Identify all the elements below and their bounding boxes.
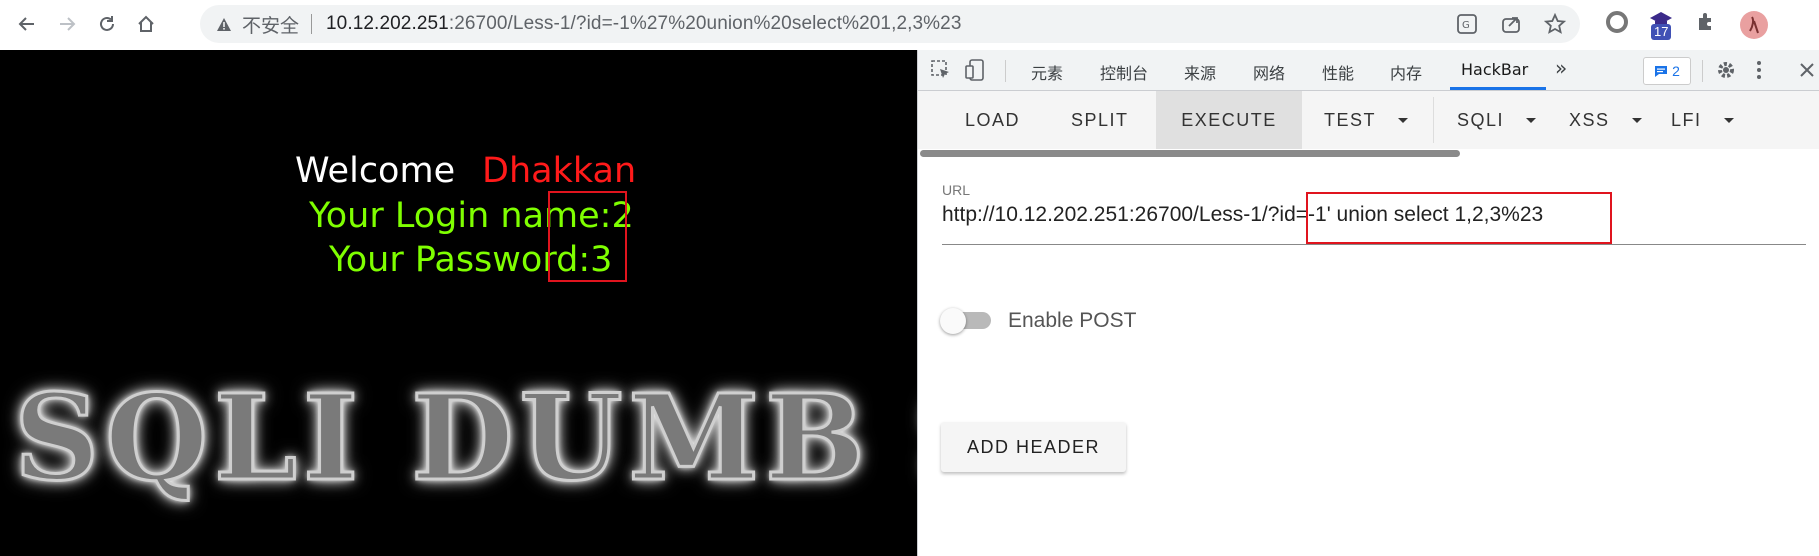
xss-dropdown[interactable]: XSS: [1569, 91, 1642, 149]
sqli-label: SQLI: [1457, 109, 1505, 130]
tab-console[interactable]: 控制台: [1100, 60, 1148, 84]
share-icon[interactable]: [1500, 13, 1522, 35]
welcome-text: Welcome: [295, 151, 456, 191]
xss-label: XSS: [1569, 109, 1610, 130]
page-content: Welcome Dhakkan Your Login name:2 Your P…: [0, 50, 917, 556]
tab-memory[interactable]: 内存: [1390, 60, 1422, 84]
caret-down-icon: [1398, 117, 1409, 123]
execute-label: EXECUTE: [1181, 109, 1277, 130]
devtools-panel: 元素 控制台 来源 网络 性能 内存 HackBar » 2 LOAD SPLI…: [917, 50, 1819, 556]
caret-down-icon: [1526, 117, 1537, 123]
add-header-button[interactable]: ADD HEADER: [941, 422, 1126, 472]
toggle-knob[interactable]: [940, 308, 966, 334]
toolbar-scrollbar[interactable]: [920, 150, 1460, 157]
more-tabs-icon[interactable]: »: [1555, 56, 1567, 80]
test-dropdown[interactable]: TEST: [1324, 91, 1409, 149]
load-label: LOAD: [965, 109, 1021, 130]
lfi-label: LFI: [1671, 109, 1702, 130]
url-path: :26700/Less-1/?id=-1%27%20union%20select…: [448, 13, 962, 34]
dhakkan-text: Dhakkan: [482, 151, 637, 191]
issues-button[interactable]: 2: [1643, 57, 1691, 85]
bookmark-star-icon[interactable]: [1544, 13, 1566, 35]
forward-button[interactable]: [54, 11, 80, 37]
sqli-dropdown[interactable]: SQLI: [1457, 91, 1537, 149]
url-text[interactable]: 10.12.202.251:26700/Less-1/?id=-1%27%20u…: [326, 13, 961, 35]
message-icon: [1655, 65, 1668, 77]
highlight-box-result: [548, 191, 627, 282]
url-input-underline: [942, 244, 1806, 245]
address-bar[interactable]: 不安全 10.12.202.251:26700/Less-1/?id=-1%27…: [200, 5, 1580, 43]
url-label: URL: [942, 182, 971, 198]
home-icon: [138, 15, 154, 32]
divider: [1005, 60, 1006, 82]
extension-badge: 17: [1651, 24, 1672, 40]
home-button[interactable]: [133, 11, 159, 37]
execute-button[interactable]: EXECUTE: [1156, 91, 1302, 149]
url-host: 10.12.202.251: [326, 13, 449, 34]
devtools-tab-bar: 元素 控制台 来源 网络 性能 内存 HackBar » 2: [918, 50, 1819, 91]
lfi-dropdown[interactable]: LFI: [1671, 91, 1734, 149]
divider: [311, 14, 313, 34]
warning-icon[interactable]: [216, 17, 232, 32]
translate-icon[interactable]: G: [1456, 13, 1478, 35]
inspect-element-icon[interactable]: [930, 59, 952, 81]
sqli-banner: SQLI DUMB SERIES: [13, 367, 917, 509]
highlight-box-payload: [1306, 192, 1612, 244]
caret-down-icon: [1631, 117, 1642, 123]
device-toolbar-icon[interactable]: [964, 58, 986, 82]
back-arrow-icon: [18, 17, 34, 31]
reload-button[interactable]: [94, 11, 120, 37]
tab-sources[interactable]: 来源: [1184, 60, 1216, 84]
settings-gear-icon[interactable]: [1715, 59, 1737, 81]
close-devtools-icon[interactable]: [1798, 61, 1814, 79]
svg-text:G: G: [1462, 20, 1470, 31]
browser-toolbar: 不安全 10.12.202.251:26700/Less-1/?id=-1%27…: [0, 0, 1819, 50]
divider: [1702, 60, 1703, 82]
load-button[interactable]: LOAD: [965, 91, 1020, 149]
tab-elements[interactable]: 元素: [1031, 60, 1063, 84]
back-button[interactable]: [14, 11, 40, 37]
puzzle-extensions-icon[interactable]: [1695, 10, 1717, 32]
divider: [1433, 97, 1434, 143]
split-button[interactable]: SPLIT: [1071, 91, 1129, 149]
tab-hackbar[interactable]: HackBar: [1461, 60, 1528, 79]
kebab-menu-icon[interactable]: [1755, 59, 1763, 81]
tab-performance[interactable]: 性能: [1322, 60, 1354, 84]
issues-count: 2: [1672, 63, 1680, 79]
enable-post-label: Enable POST: [1008, 309, 1137, 332]
caret-down-icon: [1723, 117, 1734, 123]
extension-circle-icon[interactable]: [1605, 10, 1629, 34]
test-label: TEST: [1324, 109, 1377, 130]
active-tab-indicator: [1450, 87, 1546, 90]
forward-arrow-icon: [60, 17, 76, 31]
hackbar-toolbar: LOAD SPLIT EXECUTE TEST SQLI XSS LFI: [918, 91, 1819, 149]
profile-avatar[interactable]: [1739, 10, 1769, 40]
tab-network[interactable]: 网络: [1253, 60, 1285, 84]
add-header-label: ADD HEADER: [966, 436, 1101, 457]
split-label: SPLIT: [1071, 109, 1129, 130]
reload-icon: [100, 16, 114, 31]
insecure-label: 不安全: [242, 14, 300, 37]
